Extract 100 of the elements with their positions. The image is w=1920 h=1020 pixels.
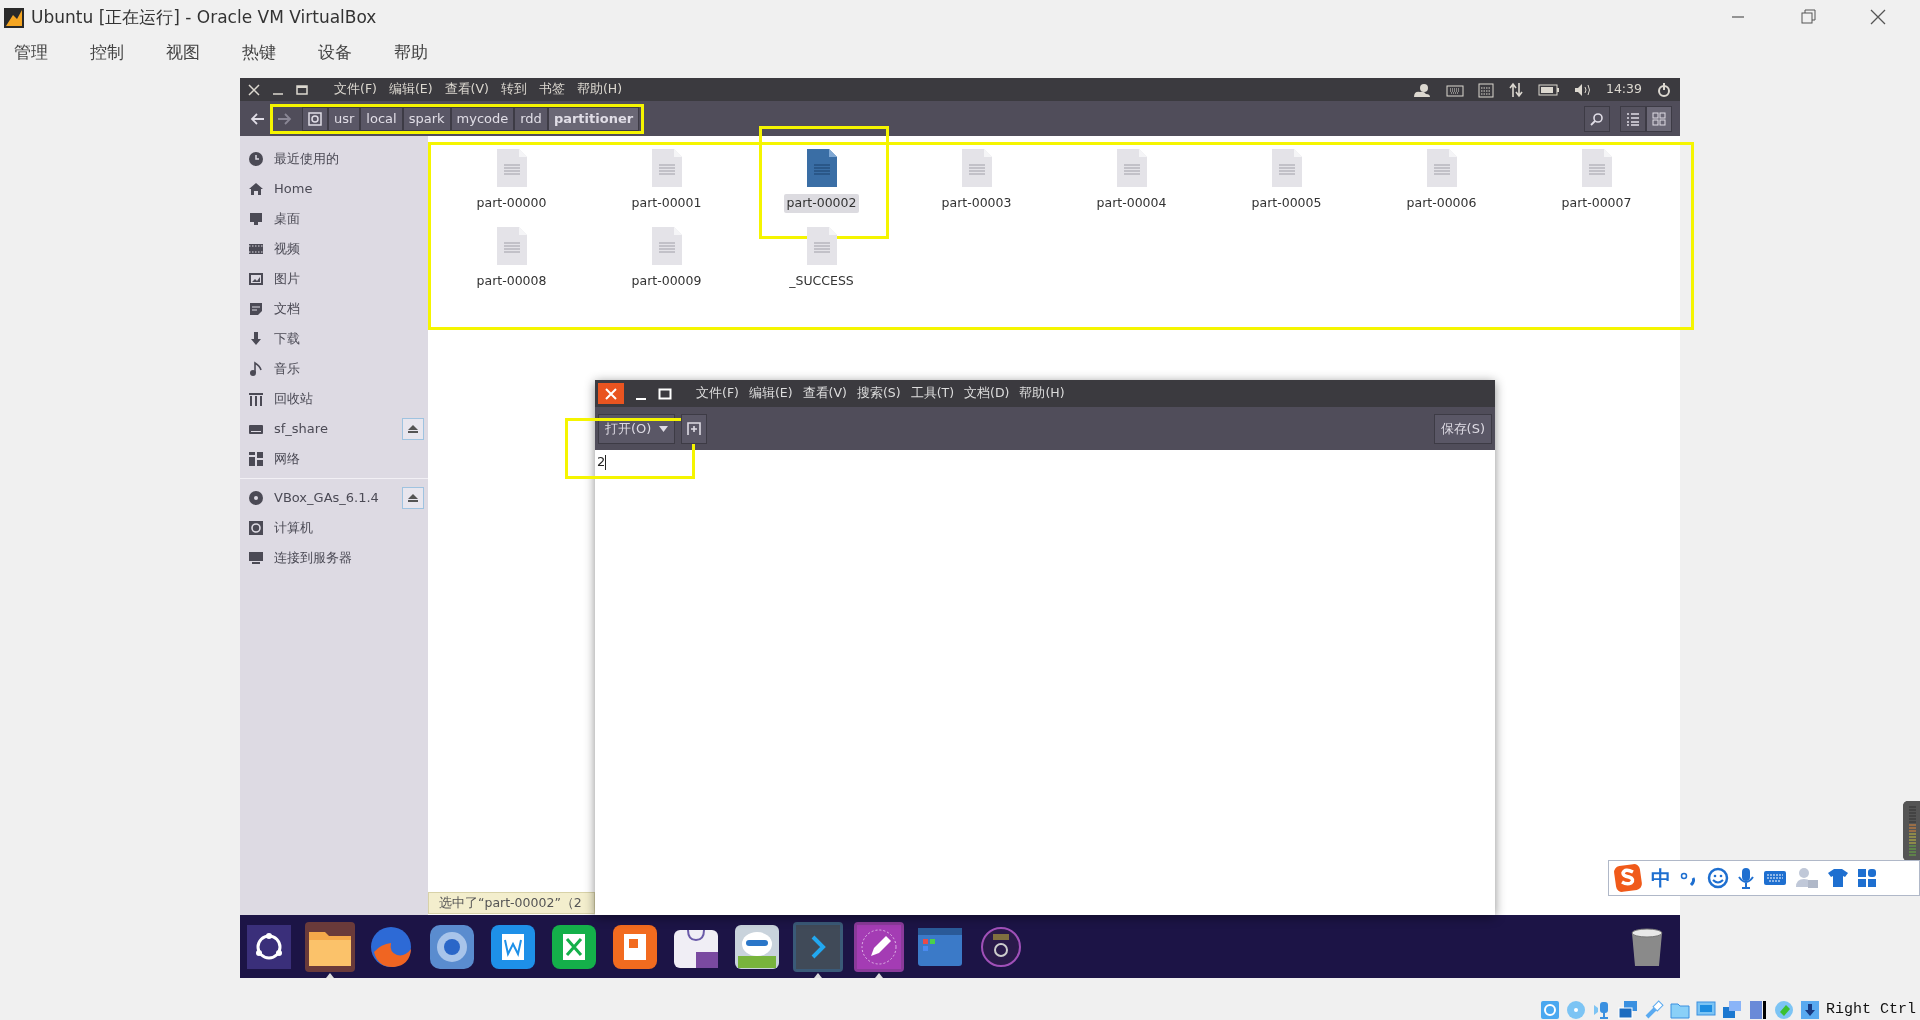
battery-icon[interactable] xyxy=(1537,83,1560,96)
sidebar-item[interactable]: 计算机 xyxy=(274,518,313,538)
menu-item[interactable]: 编辑(E) xyxy=(388,80,433,99)
smiley-icon[interactable] xyxy=(1707,867,1729,889)
maximize-icon[interactable] xyxy=(296,83,308,96)
recent-icon xyxy=(248,151,264,167)
window-title: Ubuntu [正在运行] - Oracle VM VirtualBox xyxy=(31,5,377,29)
computer-crumb[interactable] xyxy=(302,106,328,131)
list-view-button[interactable] xyxy=(1620,105,1646,132)
menu-item[interactable]: 帮助 xyxy=(394,39,428,66)
sidebar-item[interactable]: 网络 xyxy=(274,449,300,469)
network-icon xyxy=(248,451,264,467)
path-crumb[interactable]: local xyxy=(360,106,403,131)
folder-icon[interactable] xyxy=(305,921,355,972)
eject-button[interactable] xyxy=(402,418,424,440)
menu-item[interactable]: 文件(F) xyxy=(334,80,377,99)
sidebar-item[interactable]: 视频 xyxy=(274,239,300,259)
file-name: part-00000 xyxy=(475,194,548,212)
close-icon xyxy=(605,387,617,400)
eject-icon xyxy=(407,493,419,503)
file-icon[interactable] xyxy=(805,148,838,188)
path-crumb[interactable]: rdd xyxy=(514,106,548,131)
file-name: _SUCCESS xyxy=(788,272,855,290)
network-screens-icon[interactable] xyxy=(1618,1000,1638,1020)
network-icon[interactable] xyxy=(1507,81,1524,98)
menu-item[interactable]: 帮助(H) xyxy=(1019,384,1065,403)
menu-item[interactable]: 转到 xyxy=(500,80,527,99)
file-name: part-00004 xyxy=(1095,194,1168,212)
app-logo-icon xyxy=(3,6,25,29)
menu-item[interactable]: 控制 xyxy=(90,39,124,66)
sidebar-item[interactable]: Home xyxy=(274,179,313,199)
save-button[interactable]: 保存(S) xyxy=(1433,413,1492,444)
trash-icon[interactable] xyxy=(1630,926,1664,967)
keyboard-icon[interactable] xyxy=(1763,869,1787,887)
menu-item[interactable]: 文件(F) xyxy=(696,384,739,403)
close-icon[interactable] xyxy=(248,83,260,96)
file-name: part-00009 xyxy=(630,272,703,290)
microphone-icon[interactable] xyxy=(1737,867,1755,889)
file-name: part-00002 xyxy=(783,194,860,213)
menu-item[interactable]: 搜索(S) xyxy=(856,384,901,403)
download-icon[interactable] xyxy=(1800,1000,1820,1020)
input-mode-toggle[interactable]: 中 xyxy=(1651,863,1671,893)
path-crumb[interactable]: usr xyxy=(328,106,361,131)
menu-item[interactable]: 编辑(E) xyxy=(748,384,793,403)
menu-item[interactable]: 工具(T) xyxy=(910,384,954,403)
computer-icon xyxy=(248,520,264,536)
sidebar-item[interactable]: 图片 xyxy=(274,269,300,289)
menu-item[interactable]: 查看(V) xyxy=(802,384,847,403)
input-method-logo[interactable] xyxy=(1613,863,1643,893)
menu-item[interactable]: 文档(D) xyxy=(964,384,1010,403)
menu-item[interactable]: 热键 xyxy=(242,39,276,66)
sidebar-item[interactable]: 连接到服务器 xyxy=(274,548,352,568)
shirt-icon[interactable] xyxy=(1827,868,1849,888)
plus-icon xyxy=(687,421,702,436)
disc-icon xyxy=(248,490,264,506)
volume-icon[interactable] xyxy=(1573,82,1592,97)
status-bar: 选中了“part-00002”（2 xyxy=(428,892,595,914)
file-name: part-00001 xyxy=(630,194,703,212)
clock[interactable]: 14:39 xyxy=(1605,80,1642,99)
video-camera-icon[interactable] xyxy=(1722,1000,1742,1020)
menu-item[interactable]: 视图 xyxy=(166,39,200,66)
menu-item[interactable]: 管理 xyxy=(14,39,48,66)
menu-item[interactable]: 设备 xyxy=(318,39,352,66)
keyboard-icon[interactable] xyxy=(1445,82,1464,97)
file-name: part-00007 xyxy=(1560,194,1633,212)
list-icon xyxy=(1626,111,1640,126)
text-area[interactable]: 2 xyxy=(595,450,1495,915)
open-button[interactable]: 打开(O) xyxy=(598,413,676,444)
pen-icon[interactable] xyxy=(854,921,904,972)
search-button[interactable] xyxy=(1584,105,1610,132)
file-name: part-00006 xyxy=(1405,194,1478,212)
sidebar-item[interactable]: 下载 xyxy=(274,329,300,349)
menu-item[interactable]: 书签 xyxy=(538,80,565,99)
level-meter-drawing xyxy=(1903,801,1920,861)
file-name: part-00003 xyxy=(940,194,1013,212)
power-icon[interactable] xyxy=(1656,81,1672,98)
menu-item[interactable]: 帮助(H) xyxy=(576,80,623,99)
file-name: part-00005 xyxy=(1250,194,1323,212)
path-crumb[interactable]: partitioner xyxy=(547,106,640,131)
notebook-icon[interactable] xyxy=(1748,1000,1768,1020)
sidebar-item[interactable]: 回收站 xyxy=(274,389,313,409)
sidebar-item[interactable]: 最近使用的 xyxy=(274,149,339,169)
eject-button[interactable] xyxy=(402,487,424,509)
grid-menu-icon[interactable] xyxy=(1857,868,1877,888)
sidebar-item[interactable]: VBox_GAs_6.1.4 xyxy=(274,488,379,508)
sidebar-item[interactable]: sf_share xyxy=(274,419,328,439)
sidebar-item[interactable]: 音乐 xyxy=(274,359,300,379)
documents-icon xyxy=(248,301,264,317)
maximize-icon[interactable] xyxy=(658,386,672,401)
grid-view-button[interactable] xyxy=(1646,105,1672,132)
file-name: part-00008 xyxy=(475,272,548,290)
menu-item[interactable]: 查看(V) xyxy=(444,80,489,99)
close-button[interactable] xyxy=(598,383,624,404)
host-key-label: Right Ctrl xyxy=(1826,999,1916,1020)
sidebar-item[interactable]: 文档 xyxy=(274,299,300,319)
downloads-icon xyxy=(248,331,264,347)
calendar-icon[interactable] xyxy=(1477,81,1494,98)
terminal-icon[interactable] xyxy=(793,921,843,972)
sidebar-item[interactable]: 桌面 xyxy=(274,209,300,229)
new-tab-button[interactable] xyxy=(681,413,708,444)
